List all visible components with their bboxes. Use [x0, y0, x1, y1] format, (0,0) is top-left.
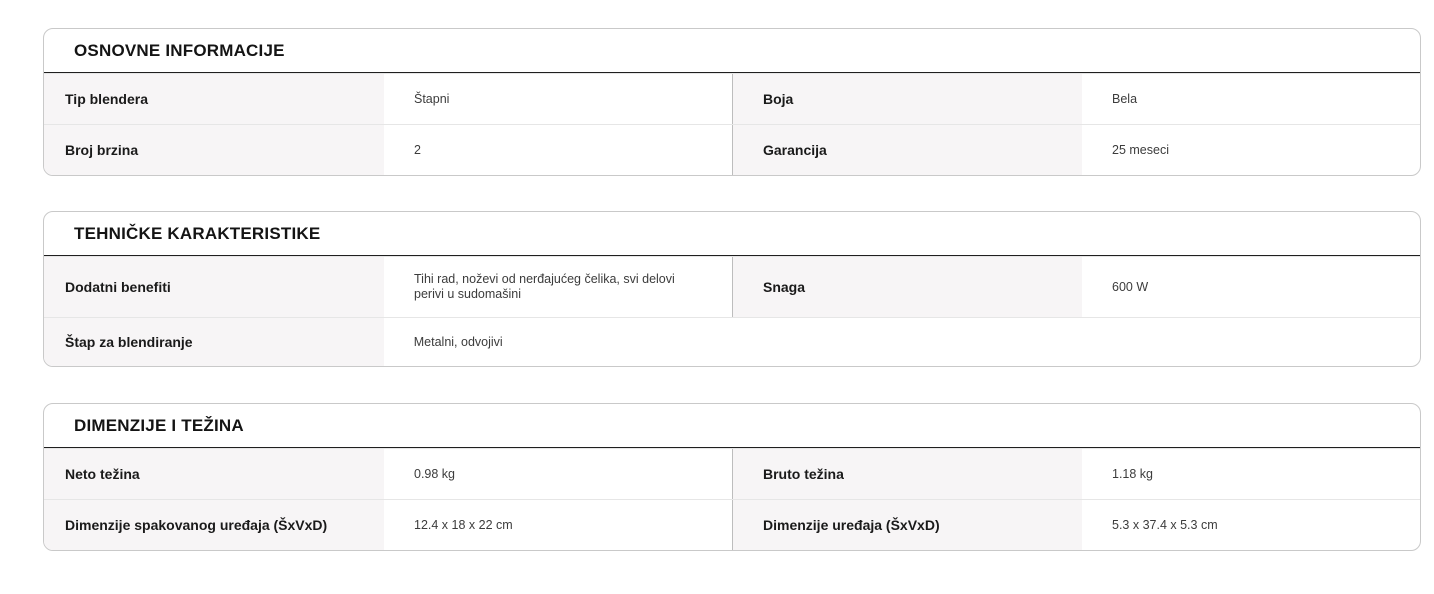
spec-value: Bela — [1112, 91, 1138, 106]
spec-value: 0.98 kg — [384, 449, 733, 499]
spec-row: Štap za blendiranje Metalni, odvojivi — [44, 317, 1420, 366]
spec-value: 25 meseci — [1112, 142, 1169, 157]
spec-label: Bruto težina — [733, 449, 1082, 499]
section-header: OSNOVNE INFORMACIJE — [44, 29, 1420, 73]
section-title: TEHNIČKE KARAKTERISTIKE — [74, 223, 321, 243]
spec-row: Dimenzije spakovanog uređaja (ŠxVxD) 12.… — [44, 499, 1420, 550]
section-title: OSNOVNE INFORMACIJE — [74, 40, 285, 60]
spec-value: Štapni — [384, 74, 733, 124]
section-osnovne-informacije: OSNOVNE INFORMACIJE Tip blendera Štapni … — [43, 28, 1421, 176]
spec-label: Štap za blendiranje — [44, 318, 384, 366]
spec-label: Snaga — [733, 257, 1082, 317]
spec-label: Dimenzije spakovanog uređaja (ŠxVxD) — [44, 500, 384, 550]
spec-row: Neto težina 0.98 kg Bruto težina 1.18 kg — [44, 448, 1420, 499]
spec-value: 5.3 x 37.4 x 5.3 cm — [1112, 517, 1218, 532]
spec-row: Dodatni benefiti Tihi rad, noževi od ner… — [44, 256, 1420, 317]
section-header: TEHNIČKE KARAKTERISTIKE — [44, 212, 1420, 256]
section-tehnicke-karakteristike: TEHNIČKE KARAKTERISTIKE Dodatni benefiti… — [43, 211, 1421, 367]
spec-label: Tip blendera — [44, 74, 384, 124]
section-title: DIMENZIJE I TEŽINA — [74, 415, 244, 435]
spec-value: 1.18 kg — [1112, 466, 1154, 481]
spec-value: 12.4 x 18 x 22 cm — [384, 500, 733, 550]
spec-row: Broj brzina 2 Garancija 25 meseci — [44, 124, 1420, 175]
spec-value: Tihi rad, noževi od nerđajućeg čelika, s… — [384, 257, 733, 317]
spec-row: Tip blendera Štapni Boja Bela — [44, 73, 1420, 124]
spec-label: Dimenzije uređaja (ŠxVxD) — [733, 500, 1082, 550]
spec-label: Boja — [733, 74, 1082, 124]
spec-value: 600 W — [1112, 279, 1149, 294]
spec-label: Broj brzina — [44, 125, 384, 175]
section-dimenzije-i-tezina: DIMENZIJE I TEŽINA Neto težina 0.98 kg B… — [43, 403, 1421, 551]
spec-label: Dodatni benefiti — [44, 257, 384, 317]
spec-value: 2 — [384, 125, 733, 175]
spec-value: Metalni, odvojivi — [413, 334, 503, 349]
spec-label: Garancija — [733, 125, 1082, 175]
section-header: DIMENZIJE I TEŽINA — [44, 404, 1420, 448]
spec-label: Neto težina — [44, 449, 384, 499]
